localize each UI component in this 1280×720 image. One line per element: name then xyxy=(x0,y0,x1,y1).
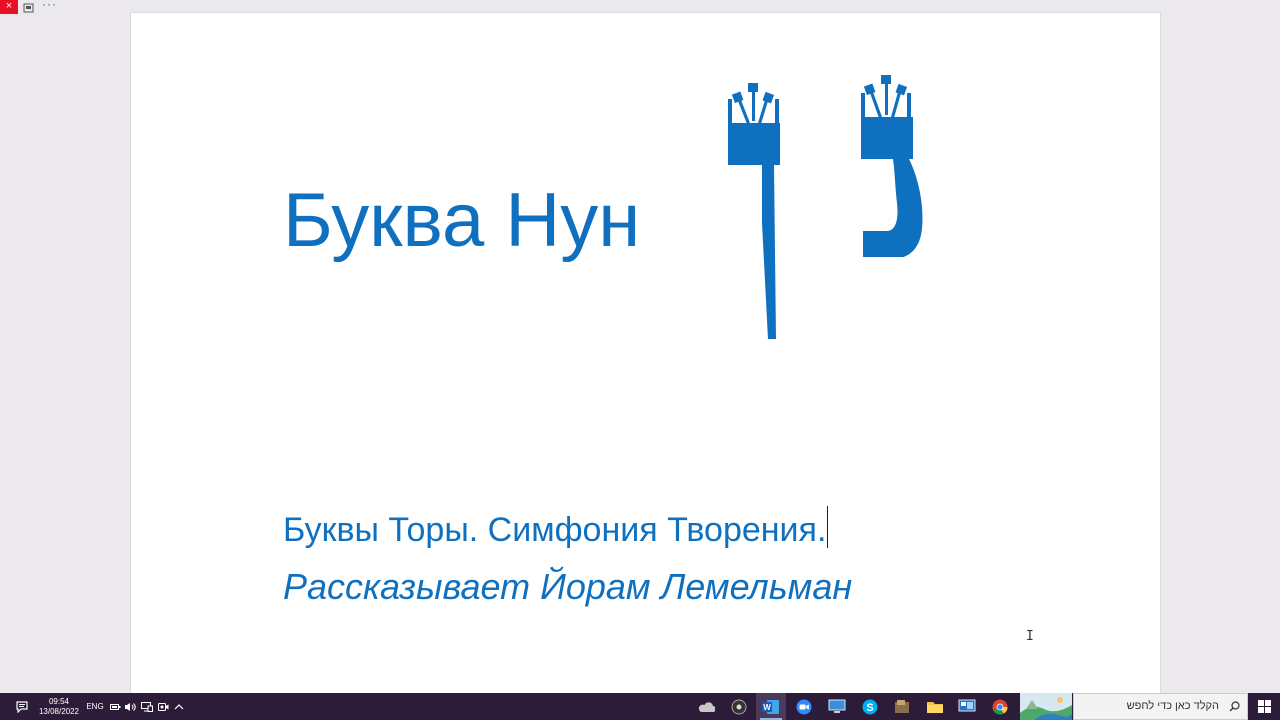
text-caret xyxy=(827,506,829,548)
show-hidden-icons-chevron[interactable] xyxy=(172,693,186,720)
svg-text:S: S xyxy=(866,702,873,714)
search-placeholder: הקלד כאן כדי לחפש xyxy=(1126,700,1219,712)
window-chrome: × ··· xyxy=(0,0,1280,14)
onedrive-icon[interactable] xyxy=(691,693,721,720)
skype-icon[interactable]: S xyxy=(855,693,885,720)
network-icon[interactable] xyxy=(140,693,154,720)
svg-text:W: W xyxy=(763,703,771,712)
remote-desktop-icon[interactable] xyxy=(822,693,852,720)
file-manager-icon[interactable] xyxy=(887,693,917,720)
narrator-line: Рассказывает Йорам Лемельман xyxy=(283,566,853,607)
media-player-icon[interactable] xyxy=(724,693,754,720)
volume-icon[interactable] xyxy=(123,693,137,720)
chrome-icon[interactable] xyxy=(985,693,1015,720)
document-page[interactable]: Буква Нун Буквы Торы. Симфония Творения.… xyxy=(131,13,1160,693)
meet-now-icon[interactable] xyxy=(156,693,170,720)
clock[interactable]: 09:54 13/08/2022 xyxy=(36,693,82,720)
notifications-icon[interactable] xyxy=(12,693,32,720)
search-input[interactable]: הקלד כאן כדי לחפש xyxy=(1073,693,1248,720)
subtitle-text: Буквы Торы. Симфония Творения. xyxy=(283,511,827,549)
windows-logo-icon xyxy=(1257,700,1271,713)
start-button[interactable] xyxy=(1252,693,1276,720)
final-nun-letter-icon xyxy=(728,83,780,339)
close-button[interactable]: × xyxy=(0,0,18,14)
restore-icon[interactable] xyxy=(22,1,36,13)
page-title: Буква Нун xyxy=(283,178,641,263)
search-icon xyxy=(1229,694,1240,719)
subtitle: Буквы Торы. Симфония Творения. xyxy=(283,506,829,549)
word-icon[interactable]: W xyxy=(756,693,786,720)
more-options-button[interactable]: ··· xyxy=(42,0,58,12)
file-explorer-icon[interactable] xyxy=(920,693,950,720)
mouse-cursor-icon: I xyxy=(1026,629,1034,644)
control-panel-icon[interactable] xyxy=(952,693,982,720)
battery-icon[interactable] xyxy=(108,693,122,720)
search-highlight-image[interactable] xyxy=(1020,693,1072,720)
zoom-icon[interactable] xyxy=(789,693,819,720)
language-indicator[interactable]: ENG xyxy=(84,693,106,720)
nun-letter-icon xyxy=(861,75,923,257)
clock-date: 13/08/2022 xyxy=(38,706,80,716)
clock-time: 09:54 xyxy=(48,696,70,706)
taskbar: 09:54 13/08/2022 ENG W S הקלד כאן כדי לח… xyxy=(0,693,1280,720)
